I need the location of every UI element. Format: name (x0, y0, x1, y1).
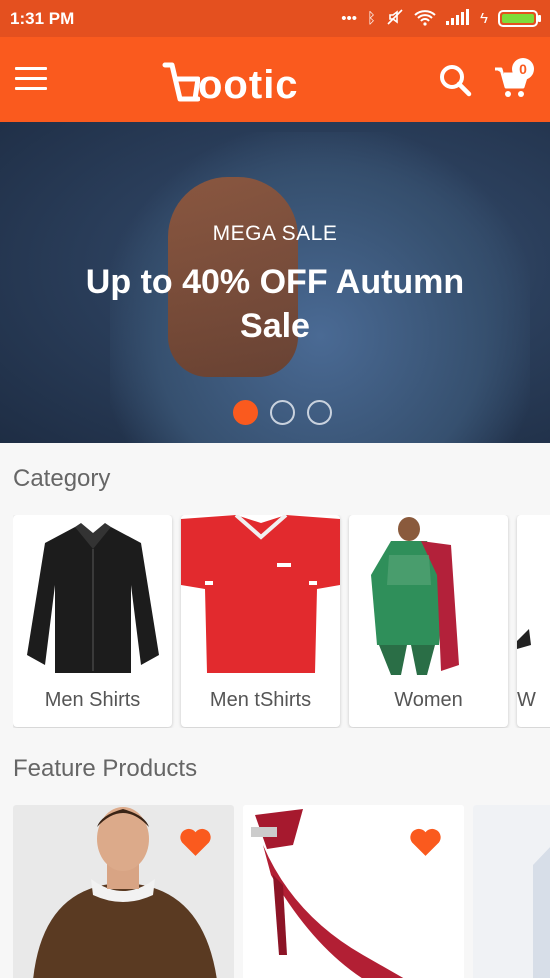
carousel-indicator (233, 400, 332, 425)
promo-banner[interactable]: MEGA SALE Up to 40% OFF Autumn Sale (0, 122, 550, 443)
category-card-men-tshirts[interactable]: Men tShirts (181, 515, 340, 727)
signal-icon (446, 9, 470, 28)
carousel-dot[interactable] (270, 400, 295, 425)
featured-product-list (13, 805, 550, 978)
menu-button[interactable] (15, 67, 47, 91)
search-button[interactable] (438, 63, 472, 97)
favorite-heart-icon[interactable] (179, 827, 212, 857)
category-list: Men Shirts Men tShirts Women W (13, 515, 550, 728)
category-label: Women (394, 689, 463, 711)
category-label: Men Shirts (44, 689, 141, 711)
cart-logo-icon (162, 62, 200, 102)
battery-icon (498, 10, 541, 27)
featured-heading: Feature Products (13, 755, 198, 782)
bluetooth-icon: ᛒ (367, 10, 377, 27)
product-card[interactable] (243, 805, 464, 978)
favorite-heart-icon[interactable] (409, 827, 442, 857)
category-card-men-shirts[interactable]: Men Shirts (13, 515, 172, 727)
banner-title: Up to 40% OFF Autumn Sale (85, 263, 465, 345)
status-icons: ••• ᛒ ϟ (341, 8, 541, 29)
red-polo-image (181, 515, 340, 673)
product-card[interactable] (473, 805, 550, 978)
carousel-dot[interactable] (233, 400, 258, 425)
category-card-women[interactable]: Women (349, 515, 508, 727)
partial-product-image (473, 805, 550, 978)
more-dots-icon: ••• (341, 10, 358, 27)
cart-count-badge: 0 (512, 58, 534, 80)
green-dress-image (371, 517, 459, 675)
category-heading: Category (13, 465, 111, 492)
product-card[interactable] (13, 805, 234, 978)
status-bar: 1:31 PM ••• ᛒ ϟ (0, 0, 550, 37)
logo-text: ootic (198, 63, 299, 107)
category-card-partial[interactable]: W (517, 515, 550, 727)
black-shirt-image (27, 523, 159, 673)
wifi-icon (414, 9, 436, 29)
category-label: Men tShirts (209, 689, 312, 711)
logo: ootic (162, 55, 299, 105)
banner-subtitle: MEGA SALE (212, 222, 338, 245)
mute-icon (386, 8, 404, 29)
status-time: 1:31 PM (10, 8, 75, 28)
charging-icon: ϟ (480, 10, 488, 27)
carousel-dot[interactable] (307, 400, 332, 425)
search-icon (440, 65, 472, 97)
app-bar: ootic 0 (0, 37, 550, 122)
partial-category-image (517, 629, 531, 649)
category-label: W (517, 689, 536, 711)
